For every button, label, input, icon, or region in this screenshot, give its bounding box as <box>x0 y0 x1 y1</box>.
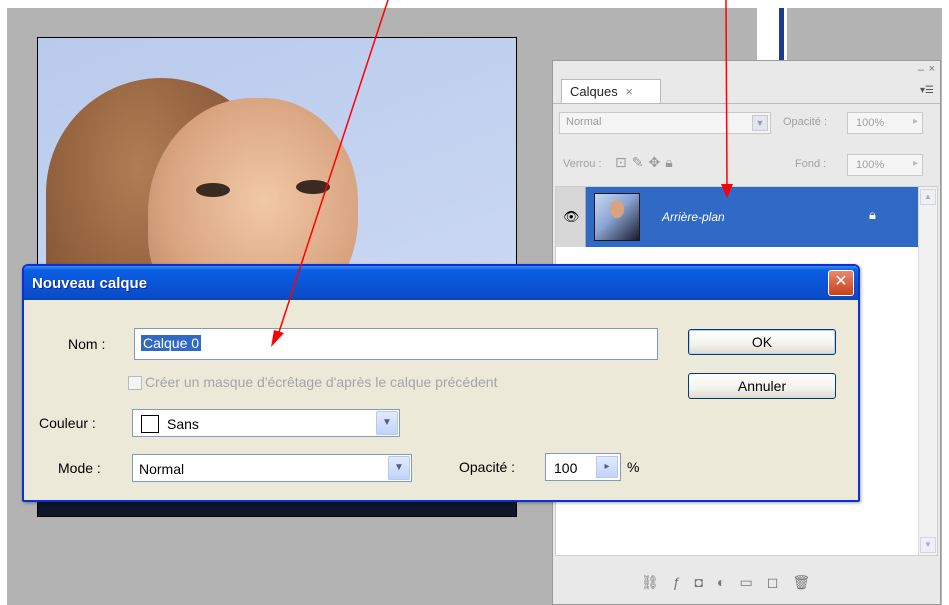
visibility-toggle[interactable]: 👁︎ <box>556 187 586 247</box>
opacity-value: 100 <box>554 460 578 476</box>
photo-eye-right <box>296 180 330 194</box>
photo-eye-left <box>196 183 230 197</box>
opacity-label: Opacité : <box>459 459 516 475</box>
chevron-right-icon[interactable]: ▸ <box>913 116 918 127</box>
lock-all-icon[interactable]: 🔒︎ <box>665 154 677 170</box>
opacity-label: Opacité : <box>783 116 828 128</box>
fill-field[interactable]: 100% ▸ <box>847 154 923 176</box>
new-group-icon[interactable]: ▭ <box>740 574 767 590</box>
tab-label: Calques <box>570 84 618 99</box>
link-layers-icon[interactable]: ⛓ <box>641 574 673 590</box>
color-value: Sans <box>167 416 199 432</box>
color-label: Couleur : <box>39 415 96 431</box>
dialog-title: Nouveau calque <box>32 275 148 292</box>
tab-close-icon[interactable]: × <box>625 84 633 99</box>
layer-thumbnail <box>594 193 640 241</box>
opacity-input[interactable]: 100 ▸ <box>545 453 621 481</box>
mode-select[interactable]: Normal ▼ <box>132 454 412 482</box>
mode-label: Mode : <box>58 460 101 476</box>
name-input[interactable]: Calque 0 <box>134 328 658 360</box>
clip-mask-checkbox[interactable] <box>128 376 142 390</box>
chevron-down-icon[interactable]: ▼ <box>752 115 768 131</box>
name-label: Nom : <box>68 336 106 352</box>
new-layer-icon[interactable]: ◻ <box>767 574 793 590</box>
tab-calques[interactable]: Calques × <box>561 79 661 103</box>
trash-icon[interactable]: 🗑︎ <box>792 574 824 590</box>
panel-close-button[interactable]: × <box>929 63 935 75</box>
layer-mask-icon[interactable]: ◘ <box>695 574 717 590</box>
lock-move-icon[interactable]: ✥ <box>648 154 665 170</box>
blend-mode-value: Normal <box>566 116 602 128</box>
new-layer-dialog: Nouveau calque ✕ Nom : Calque 0 Créer un… <box>22 264 860 502</box>
lock-icon: 🔒︎ <box>869 207 876 222</box>
opacity-unit: % <box>627 459 640 475</box>
dialog-titlebar[interactable]: Nouveau calque ✕ <box>24 266 858 300</box>
chevron-right-icon[interactable]: ▸ <box>596 456 618 478</box>
lock-transparency-icon[interactable]: ⊡ <box>615 154 632 170</box>
opacity-field[interactable]: 100% ▸ <box>847 112 923 134</box>
cancel-button[interactable]: Annuler <box>688 373 836 399</box>
close-icon: ✕ <box>834 273 848 290</box>
blend-mode-select[interactable]: Normal ▼ <box>559 112 771 134</box>
fill-value: 100% <box>856 159 885 171</box>
thumbnail-face <box>610 200 624 218</box>
panel-minimize-button[interactable]: – <box>918 64 924 76</box>
lock-brush-icon[interactable]: ✎ <box>632 154 649 170</box>
opacity-value: 100% <box>856 117 885 129</box>
layer-list-scrollbar[interactable]: ▲ ▼ <box>918 187 937 555</box>
footer-toolbar: ⛓ƒ◘◐▭◻🗑︎ <box>641 574 824 591</box>
clip-mask-label: Créer un masque d'écrêtage d'après le ca… <box>145 374 498 390</box>
name-value: Calque 0 <box>141 335 202 351</box>
chevron-down-icon[interactable]: ▼ <box>388 456 410 480</box>
ok-button[interactable]: OK <box>688 329 836 355</box>
lock-label: Verrou : <box>563 158 602 170</box>
chevron-right-icon[interactable]: ▸ <box>913 158 918 169</box>
eye-icon[interactable]: 👁︎ <box>563 209 580 225</box>
lock-options[interactable]: ⊡✎✥🔒︎ <box>615 154 678 171</box>
mode-value: Normal <box>139 461 185 477</box>
layer-row-arriere-plan[interactable]: 👁︎ Arrière-plan 🔒︎ <box>556 187 918 247</box>
close-button[interactable]: ✕ <box>828 270 854 296</box>
panel-menu-icon[interactable]: ▾☰ <box>920 85 934 96</box>
fx-icon[interactable]: ƒ <box>673 574 695 590</box>
layers-panel-footer: ⛓ƒ◘◐▭◻🗑︎ <box>553 564 940 604</box>
scroll-down-icon[interactable]: ▼ <box>920 537 936 553</box>
fill-label: Fond : <box>795 158 827 170</box>
chevron-down-icon[interactable]: ▼ <box>376 411 398 435</box>
adjustment-layer-icon[interactable]: ◐ <box>717 574 739 590</box>
color-select[interactable]: Sans ▼ <box>132 409 400 437</box>
color-swatch <box>141 415 159 433</box>
layer-name[interactable]: Arrière-plan <box>662 210 725 224</box>
scroll-up-icon[interactable]: ▲ <box>920 189 936 205</box>
